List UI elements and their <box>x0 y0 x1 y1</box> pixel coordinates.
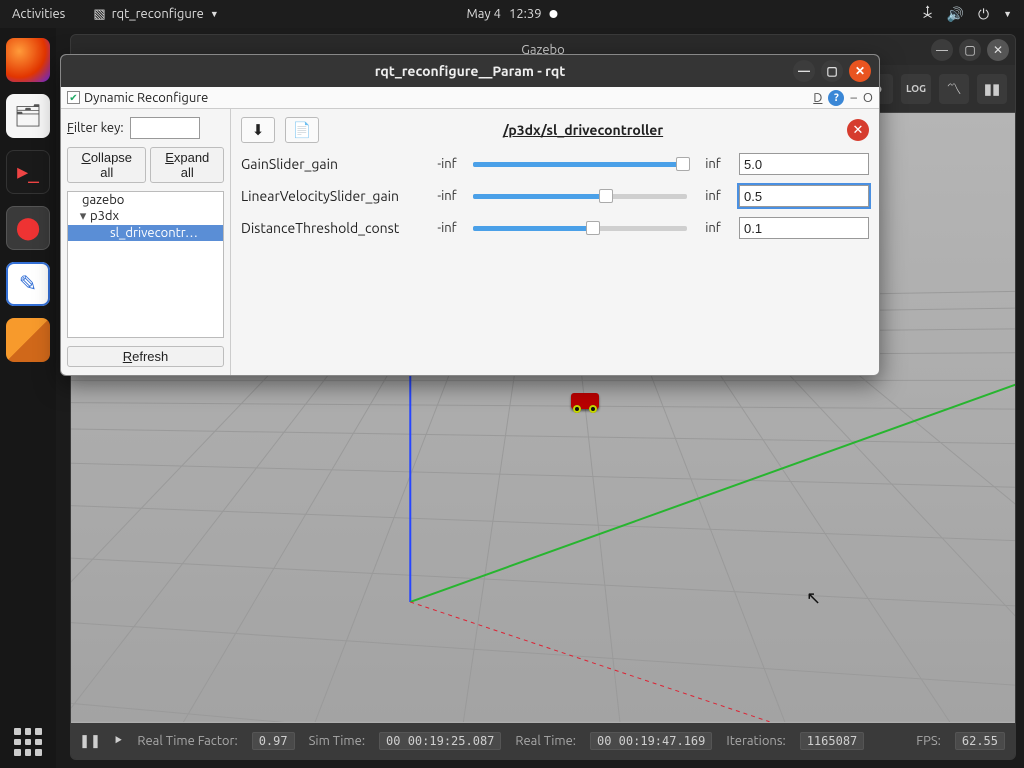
rqt-titlebar[interactable]: rqt_reconfigure__Param - rqt — ▢ ✕ <box>61 55 879 87</box>
time-label: 12:39 <box>509 7 542 21</box>
pause-button[interactable]: ❚❚ <box>81 732 99 750</box>
dq-button[interactable]: D <box>813 91 822 105</box>
undock-button[interactable]: O <box>863 91 873 105</box>
collapse-all-button[interactable]: Collapse all <box>67 147 146 183</box>
param-slider-linvel[interactable] <box>473 187 687 205</box>
fps-value: 62.55 <box>955 732 1005 750</box>
min-label: -inf <box>431 157 463 171</box>
gazebo-status-bar: ❚❚ ⯈ Real Time Factor: 0.97 Sim Time: 00… <box>71 723 1015 759</box>
node-path-label: /p3dx/sl_drivecontroller <box>329 122 837 138</box>
clock-area[interactable]: May 4 12:39 <box>466 7 557 21</box>
camera-icon[interactable]: ▮▮ <box>977 74 1007 104</box>
param-slider-dist[interactable] <box>473 219 687 237</box>
minimize-button[interactable]: — <box>793 60 815 82</box>
tree-node-sl-drivecontroller[interactable]: sl_drivecontr… <box>68 225 223 241</box>
save-button[interactable]: 📄 <box>285 117 319 143</box>
realtime-value: 00 00:19:47.169 <box>590 732 712 750</box>
rtf-label: Real Time Factor: <box>137 734 237 748</box>
minimize-button[interactable]: — <box>931 39 953 61</box>
param-row-linvel: LinearVelocitySlider_gain -inf inf <box>241 185 869 207</box>
text-editor-icon[interactable]: ✎ <box>6 262 50 306</box>
gazebo-icon[interactable] <box>6 318 50 362</box>
dock-checkbox[interactable]: ✔ <box>67 91 80 104</box>
filter-input[interactable] <box>130 117 200 139</box>
date-label: May 4 <box>466 7 501 21</box>
volume-icon[interactable]: 🔊 <box>947 6 964 23</box>
iterations-label: Iterations: <box>726 734 785 748</box>
simtime-value: 00 00:19:25.087 <box>379 732 501 750</box>
log-icon[interactable]: LOG <box>901 74 931 104</box>
node-tree[interactable]: gazebo ▾p3dx sl_drivecontr… <box>67 191 224 338</box>
fps-label: FPS: <box>916 734 941 748</box>
time-scrollbar[interactable] <box>77 759 1009 760</box>
plot-icon[interactable]: 〽 <box>939 74 969 104</box>
param-label: LinearVelocitySlider_gain <box>241 188 421 204</box>
step-button[interactable]: ⯈ <box>113 734 123 749</box>
show-applications-button[interactable] <box>0 728 56 756</box>
dock-minimize[interactable]: – <box>850 91 856 105</box>
realtime-label: Real Time: <box>515 734 576 748</box>
robot-model[interactable] <box>571 393 599 409</box>
param-value-dist[interactable] <box>739 217 869 239</box>
rqt-param-pane: ⬇ 📄 /p3dx/sl_drivecontroller ✕ GainSlide… <box>231 109 879 375</box>
max-label: inf <box>697 189 729 203</box>
close-button[interactable]: ✕ <box>987 39 1009 61</box>
notification-dot-icon <box>550 10 558 18</box>
param-label: GainSlider_gain <box>241 156 421 172</box>
chevron-down-icon: ▼ <box>210 9 219 19</box>
min-label: -inf <box>431 221 463 235</box>
app-menu-label: rqt_reconfigure <box>112 7 204 21</box>
rqt-window: rqt_reconfigure__Param - rqt — ▢ ✕ ✔ Dyn… <box>60 54 880 376</box>
rqt-title: rqt_reconfigure__Param - rqt <box>375 63 566 79</box>
iterations-value: 1165087 <box>800 732 865 750</box>
app-menu-icon: ▧ <box>93 7 105 22</box>
rtf-value: 0.97 <box>252 732 295 750</box>
firefox-icon[interactable] <box>6 38 50 82</box>
simtime-label: Sim Time: <box>309 734 365 748</box>
param-slider-gain[interactable] <box>473 155 687 173</box>
chevron-down-icon[interactable]: ▼ <box>1003 9 1012 19</box>
tree-node-p3dx[interactable]: ▾p3dx <box>68 208 223 225</box>
power-icon[interactable]: ⏻ <box>978 6 989 23</box>
maximize-button[interactable]: ▢ <box>959 39 981 61</box>
max-label: inf <box>697 157 729 171</box>
gnome-top-bar: Activities ▧ rqt_reconfigure ▼ May 4 12:… <box>0 0 1024 28</box>
rqt-left-pane: Filter key: Collapse all Expand all gaze… <box>61 109 231 375</box>
param-value-linvel[interactable] <box>739 185 869 207</box>
screen-recorder-icon[interactable]: ⬤ <box>6 206 50 250</box>
close-panel-button[interactable]: ✕ <box>847 119 869 141</box>
ubuntu-dock: 🗂 ▸_ ⬤ ✎ <box>0 28 56 768</box>
rqt-dock-header: ✔ Dynamic Reconfigure D ? – O <box>61 87 879 109</box>
param-row-gain: GainSlider_gain -inf inf <box>241 153 869 175</box>
close-button[interactable]: ✕ <box>849 60 871 82</box>
activities-button[interactable]: Activities <box>12 7 65 21</box>
refresh-button[interactable]: Refresh <box>67 346 224 367</box>
max-label: inf <box>697 221 729 235</box>
param-label: DistanceThreshold_const <box>241 220 421 236</box>
load-button[interactable]: ⬇ <box>241 117 275 143</box>
filter-label: Filter key: <box>67 121 124 135</box>
tree-node-gazebo[interactable]: gazebo <box>68 192 223 208</box>
terminal-icon[interactable]: ▸_ <box>6 150 50 194</box>
param-value-gain[interactable] <box>739 153 869 175</box>
param-row-dist: DistanceThreshold_const -inf inf <box>241 217 869 239</box>
network-icon[interactable]: ⯢ <box>923 2 933 26</box>
files-icon[interactable]: 🗂 <box>6 94 50 138</box>
app-menu[interactable]: ▧ rqt_reconfigure ▼ <box>93 7 218 22</box>
expand-all-button[interactable]: Expand all <box>150 147 224 183</box>
min-label: -inf <box>431 189 463 203</box>
help-icon[interactable]: ? <box>828 90 844 106</box>
collapse-icon[interactable]: ▾ <box>78 209 88 224</box>
maximize-button[interactable]: ▢ <box>821 60 843 82</box>
dock-title: Dynamic Reconfigure <box>84 91 208 105</box>
mouse-cursor-icon: ↖ <box>806 588 821 609</box>
